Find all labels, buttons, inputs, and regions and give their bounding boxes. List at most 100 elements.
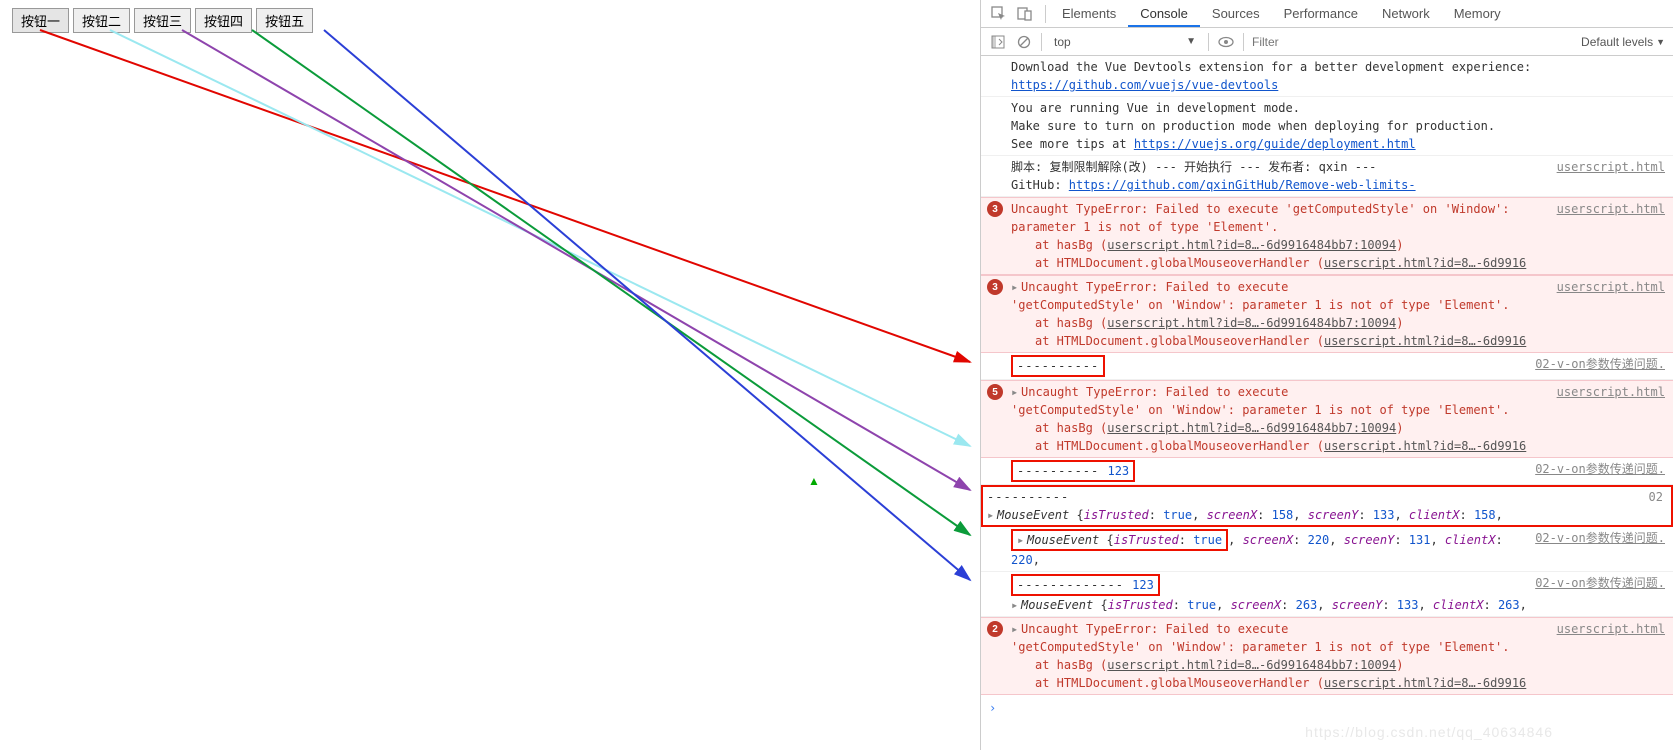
- page-button-5[interactable]: 按钮五: [256, 8, 313, 33]
- console-error: 3 userscript.html Uncaught TypeError: Fa…: [981, 197, 1673, 275]
- object-preview: {isTrusted: true, screenX: 158, screenY:…: [1076, 508, 1502, 522]
- object-type: MouseEvent: [997, 508, 1069, 522]
- error-text: 'getComputedStyle' on 'Window': paramete…: [1011, 403, 1510, 417]
- log-levels-select[interactable]: Default levels ▼: [1581, 35, 1665, 49]
- page-button-3[interactable]: 按钮三: [134, 8, 191, 33]
- message-text: See more tips at: [1011, 137, 1134, 151]
- tab-sources[interactable]: Sources: [1200, 0, 1272, 27]
- stack-trace: at hasBg (userscript.html?id=8…-6d991648…: [1011, 314, 1665, 350]
- stack-trace: at hasBg (userscript.html?id=8…-6d991648…: [1011, 656, 1665, 692]
- message-text: 脚本: 复制限制解除(改) --- 开始执行 --- 发布者: qxin ---: [1011, 160, 1376, 174]
- error-count-badge: 5: [987, 384, 1003, 400]
- separator: [1243, 33, 1244, 51]
- stack-link[interactable]: userscript.html?id=8…-6d9916: [1324, 256, 1526, 270]
- error-count-badge: 3: [987, 201, 1003, 217]
- source-link[interactable]: userscript.html: [1557, 200, 1665, 218]
- source-link[interactable]: 02-v-on参数传递问题.: [1535, 460, 1665, 478]
- console-message: 02 ---------- ▸MouseEvent {isTrusted: tr…: [981, 485, 1673, 527]
- stack-trace: at hasBg (userscript.html?id=8…-6d991648…: [1011, 236, 1665, 272]
- devtools-panel: Elements Console Sources Performance Net…: [980, 0, 1673, 750]
- stack-link[interactable]: userscript.html?id=8…-6d9916: [1324, 334, 1526, 348]
- console-sidebar-toggle-icon[interactable]: [989, 33, 1007, 51]
- tab-elements[interactable]: Elements: [1050, 0, 1128, 27]
- separator: [1208, 33, 1209, 51]
- stack-link[interactable]: userscript.html?id=8…-6d9916484bb7:10094: [1107, 316, 1396, 330]
- live-expression-icon[interactable]: [1217, 33, 1235, 51]
- context-label: top: [1054, 35, 1071, 49]
- highlighted-output: ---------- 123: [1011, 460, 1135, 482]
- inspect-element-icon[interactable]: [989, 4, 1009, 24]
- console-message: 02-v-on参数传递问题. ---------- 123: [981, 458, 1673, 485]
- expand-arrow-icon[interactable]: ▸: [987, 506, 997, 524]
- tab-performance[interactable]: Performance: [1272, 0, 1370, 27]
- expand-arrow-icon[interactable]: ▸: [1017, 531, 1027, 549]
- console-message: Download the Vue Devtools extension for …: [981, 56, 1673, 97]
- page-button-1[interactable]: 按钮一: [12, 8, 69, 33]
- link[interactable]: https://github.com/qxinGitHub/Remove-web…: [1069, 178, 1416, 192]
- source-link[interactable]: userscript.html: [1557, 158, 1665, 176]
- tab-console[interactable]: Console: [1128, 0, 1200, 27]
- error-text: Uncaught TypeError: Failed to execute: [1021, 385, 1288, 399]
- console-message: 02-v-on参数传递问题. ----------: [981, 353, 1673, 380]
- page-button-2[interactable]: 按钮二: [73, 8, 130, 33]
- source-link[interactable]: userscript.html: [1557, 383, 1665, 401]
- devtools-tabbar: Elements Console Sources Performance Net…: [981, 0, 1673, 28]
- error-text: Uncaught TypeError: Failed to execute: [1021, 622, 1288, 636]
- link[interactable]: https://github.com/vuejs/vue-devtools: [1011, 78, 1278, 92]
- error-count-badge: 2: [987, 621, 1003, 637]
- console-prompt[interactable]: ›: [981, 695, 1673, 721]
- highlighted-output: ▸MouseEvent {isTrusted: true: [1011, 529, 1228, 551]
- console-error: 2 userscript.html ▸Uncaught TypeError: F…: [981, 617, 1673, 695]
- clear-console-icon[interactable]: [1015, 33, 1033, 51]
- expand-arrow-icon[interactable]: ▸: [1011, 278, 1021, 296]
- button-row: 按钮一 按钮二 按钮三 按钮四 按钮五: [0, 0, 980, 41]
- tab-network[interactable]: Network: [1370, 0, 1442, 27]
- source-link[interactable]: userscript.html: [1557, 278, 1665, 296]
- message-text: Download the Vue Devtools extension for …: [1011, 60, 1531, 74]
- execution-context-select[interactable]: top ▼: [1050, 33, 1200, 51]
- console-message: You are running Vue in development mode.…: [981, 97, 1673, 156]
- toggle-device-icon[interactable]: [1015, 4, 1035, 24]
- error-text: Uncaught TypeError: Failed to execute 'g…: [1011, 202, 1510, 234]
- stack-link[interactable]: userscript.html?id=8…-6d9916: [1324, 676, 1526, 690]
- source-link[interactable]: userscript.html: [1557, 620, 1665, 638]
- object-preview: {isTrusted: true, screenX: 263, screenY:…: [1100, 598, 1526, 612]
- tab-memory[interactable]: Memory: [1442, 0, 1513, 27]
- object-type: MouseEvent: [1027, 533, 1099, 547]
- object-type: MouseEvent: [1021, 598, 1093, 612]
- expand-arrow-icon[interactable]: ▸: [1011, 383, 1021, 401]
- page-button-4[interactable]: 按钮四: [195, 8, 252, 33]
- chevron-down-icon: ▼: [1656, 37, 1665, 47]
- levels-label: Default levels: [1581, 35, 1653, 49]
- stack-link[interactable]: userscript.html?id=8…-6d9916484bb7:10094: [1107, 421, 1396, 435]
- stack-link[interactable]: userscript.html?id=8…-6d9916484bb7:10094: [1107, 658, 1396, 672]
- console-filter-input[interactable]: [1252, 35, 1422, 49]
- message-text: Make sure to turn on production mode whe…: [1011, 119, 1495, 133]
- object-preview: {isTrusted: true: [1106, 533, 1222, 547]
- chevron-down-icon: ▼: [1186, 36, 1196, 47]
- source-link[interactable]: 02-v-on参数传递问题.: [1535, 355, 1665, 373]
- log-text: ----------: [987, 490, 1069, 504]
- source-link[interactable]: 02: [1645, 488, 1667, 506]
- console-message: userscript.html 脚本: 复制限制解除(改) --- 开始执行 -…: [981, 156, 1673, 197]
- console-message: 02-v-on参数传递问题. ▸MouseEvent {isTrusted: t…: [981, 527, 1673, 572]
- expand-arrow-icon[interactable]: ▸: [1011, 620, 1021, 638]
- error-text: 'getComputedStyle' on 'Window': paramete…: [1011, 298, 1510, 312]
- highlighted-output: ----------: [1011, 355, 1105, 377]
- console-error: 3 userscript.html ▸Uncaught TypeError: F…: [981, 275, 1673, 353]
- error-count-badge: 3: [987, 279, 1003, 295]
- expand-arrow-icon[interactable]: ▸: [1011, 596, 1021, 614]
- console-toolbar: top ▼ Default levels ▼: [981, 28, 1673, 56]
- highlighted-output: ------------- 123: [1011, 574, 1160, 596]
- source-link[interactable]: 02-v-on参数传递问题.: [1535, 529, 1665, 547]
- web-page-viewport: 按钮一 按钮二 按钮三 按钮四 按钮五 ▲: [0, 0, 980, 750]
- console-output[interactable]: Download the Vue Devtools extension for …: [981, 56, 1673, 750]
- link[interactable]: https://vuejs.org/guide/deployment.html: [1134, 137, 1416, 151]
- stack-link[interactable]: userscript.html?id=8…-6d9916: [1324, 439, 1526, 453]
- cursor-marker-icon: ▲: [808, 474, 820, 488]
- stack-trace: at hasBg (userscript.html?id=8…-6d991648…: [1011, 419, 1665, 455]
- console-message: 02-v-on参数传递问题. ------------- 123 ▸MouseE…: [981, 572, 1673, 617]
- separator: [1041, 33, 1042, 51]
- source-link[interactable]: 02-v-on参数传递问题.: [1535, 574, 1665, 592]
- stack-link[interactable]: userscript.html?id=8…-6d9916484bb7:10094: [1107, 238, 1396, 252]
